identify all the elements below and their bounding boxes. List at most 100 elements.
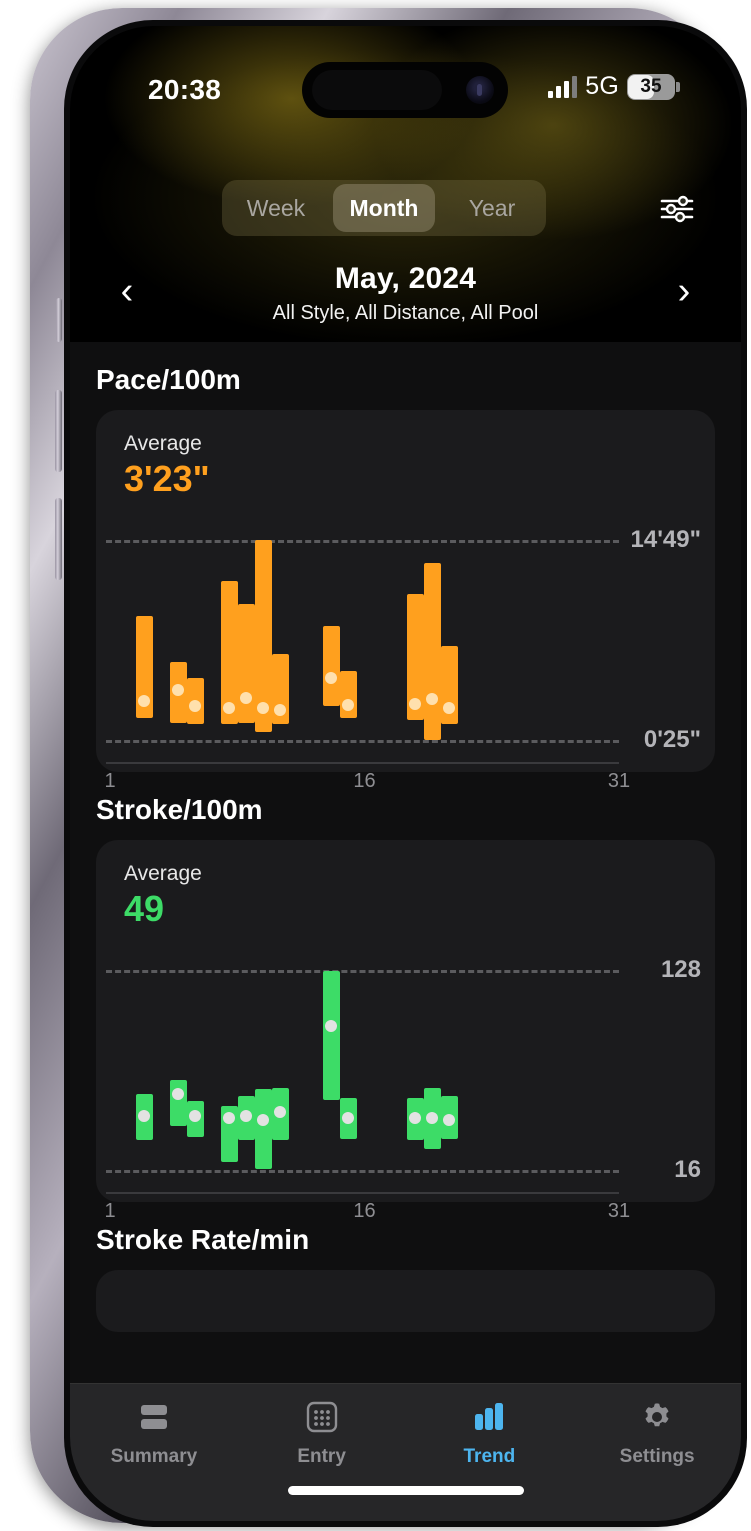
volume-up-button[interactable] bbox=[55, 390, 62, 472]
chart-gridline-top bbox=[106, 970, 619, 973]
section-heading-stroke-rate: Stroke Rate/min bbox=[96, 1224, 310, 1255]
dynamic-island[interactable] bbox=[302, 62, 508, 118]
period-title-block: May, 2024 All Style, All Distance, All P… bbox=[70, 250, 741, 325]
chart-bar-average-dot bbox=[188, 1110, 201, 1123]
network-type-label: 5G bbox=[585, 72, 619, 100]
home-indicator[interactable] bbox=[287, 1486, 524, 1495]
chart-gridline-bottom bbox=[106, 1170, 619, 1173]
chart-bar bbox=[254, 1089, 272, 1169]
trend-scroll-content[interactable]: Pace/100m Average 3'23" 14'49" 0'25" 1 16 31… bbox=[70, 342, 741, 1384]
chart-bar-average-dot bbox=[137, 695, 150, 708]
segment-month[interactable]: Month bbox=[333, 184, 435, 232]
chart-gridline-bottom bbox=[106, 740, 619, 743]
chart-bar-average-dot bbox=[171, 684, 184, 697]
chart-axis-max-label: 14'49" bbox=[630, 526, 701, 553]
pace-plot-area: 14'49" 0'25" 1 16 31 bbox=[96, 514, 715, 792]
dynamic-island-pill bbox=[312, 70, 442, 110]
gear-icon bbox=[636, 1398, 678, 1436]
phone-screen: 20:38 5G 35 Week Month Year ‹ May, 2024 … bbox=[70, 26, 741, 1521]
segment-year[interactable]: Year bbox=[441, 184, 543, 232]
chart-x-tick-label: 31 bbox=[607, 770, 631, 792]
chart-x-tick-label: 16 bbox=[353, 1200, 376, 1222]
chart-bar-average-dot bbox=[443, 702, 456, 715]
chart-bar-average-dot bbox=[239, 1110, 252, 1123]
filter-summary-label: All Style, All Distance, All Pool bbox=[272, 302, 539, 324]
bar-chart-icon bbox=[468, 1398, 510, 1436]
signal-strength-icon bbox=[548, 75, 578, 98]
sliders-icon bbox=[660, 195, 694, 223]
chart-bar-average-dot bbox=[409, 698, 422, 710]
section-heading-stroke: Stroke/100m bbox=[96, 794, 263, 825]
chart-x-tick-label: 31 bbox=[607, 1200, 631, 1222]
status-indicators: 5G 35 bbox=[548, 72, 680, 101]
chart-axis-max-label: 128 bbox=[660, 956, 701, 983]
page-title: May, 2024 bbox=[334, 262, 477, 295]
chart-bar-average-dot bbox=[222, 702, 235, 714]
chart-x-tick-label: 1 bbox=[104, 1200, 116, 1222]
list-icon bbox=[133, 1398, 175, 1436]
battery-percent: 35 bbox=[640, 75, 662, 97]
chart-bar-average-dot bbox=[426, 693, 439, 705]
chart-bar-average-dot bbox=[137, 1109, 150, 1122]
next-period-button[interactable]: › bbox=[661, 268, 707, 314]
chart-bar-average-dot bbox=[273, 703, 286, 716]
chart-bar-average-dot bbox=[443, 1113, 456, 1126]
chart-bar-average-dot bbox=[341, 699, 354, 712]
filter-button[interactable] bbox=[655, 190, 699, 228]
chart-bar-average-dot bbox=[171, 1087, 184, 1100]
chart-bar-average-dot bbox=[256, 701, 269, 714]
chart-gridline-top bbox=[106, 540, 619, 543]
chart-bar-average-dot bbox=[273, 1106, 286, 1119]
tab-entry[interactable]: Entry bbox=[238, 1398, 406, 1498]
volume-down-button[interactable] bbox=[55, 498, 62, 580]
battery-icon: 35 bbox=[627, 73, 680, 100]
stroke-card: Average 49 128 16 1 16 31 bbox=[96, 840, 715, 1222]
pace-chart[interactable]: 14'49" 0'25" 1 16 31 bbox=[96, 514, 715, 792]
chart-axis-min-label: 16 bbox=[674, 1156, 701, 1183]
stroke-average-value: 49 bbox=[124, 888, 165, 929]
stroke-rate-card bbox=[96, 1270, 715, 1332]
pace-card: Average 3'23" 14'49" 0'25" 1 16 31 bbox=[96, 410, 715, 792]
chart-bar-average-dot bbox=[426, 1112, 439, 1125]
tab-label-settings: Settings bbox=[619, 1446, 695, 1467]
tab-summary[interactable]: Summary bbox=[70, 1398, 238, 1498]
chart-axis-line bbox=[106, 762, 619, 764]
chart-bar-average-dot bbox=[324, 1020, 337, 1033]
tab-bar: Summary Entry Trend Settings bbox=[70, 1383, 741, 1521]
chart-bar-average-dot bbox=[188, 700, 201, 713]
chart-bar-average-dot bbox=[239, 692, 252, 704]
tab-label-trend: Trend bbox=[463, 1446, 516, 1467]
chart-bar bbox=[237, 604, 255, 723]
period-segmented-control[interactable]: Week Month Year bbox=[222, 180, 546, 236]
app-header: Week Month Year ‹ May, 2024 All Style, A… bbox=[70, 138, 741, 342]
chart-bar bbox=[322, 626, 340, 707]
keypad-icon bbox=[301, 1398, 343, 1436]
chart-x-tick-label: 1 bbox=[104, 770, 116, 792]
section-heading-pace: Pace/100m bbox=[96, 364, 241, 395]
segment-week[interactable]: Week bbox=[225, 184, 327, 232]
silence-switch[interactable] bbox=[56, 298, 62, 342]
tab-label-entry: Entry bbox=[297, 1446, 346, 1467]
chart-bar bbox=[424, 563, 442, 740]
tab-label-summary: Summary bbox=[110, 1446, 198, 1467]
chart-bar-average-dot bbox=[222, 1111, 235, 1124]
chart-bar bbox=[169, 1079, 187, 1126]
stroke-average-label: Average bbox=[124, 862, 202, 885]
screenshot-root: 20:38 5G 35 Week Month Year ‹ May, 2024 … bbox=[0, 0, 751, 1531]
period-navigation: ‹ May, 2024 All Style, All Distance, All… bbox=[70, 250, 741, 334]
chart-bar-average-dot bbox=[324, 671, 337, 684]
status-time: 20:38 bbox=[148, 74, 222, 105]
chart-axis-min-label: 0'25" bbox=[643, 726, 701, 753]
stroke-chart[interactable]: 128 16 1 16 31 bbox=[96, 944, 715, 1222]
pace-average-value: 3'23" bbox=[124, 458, 210, 499]
tab-settings[interactable]: Settings bbox=[573, 1398, 741, 1498]
chart-x-tick-label: 16 bbox=[353, 770, 376, 792]
pace-average-label: Average bbox=[124, 432, 202, 455]
chart-axis-line bbox=[106, 1192, 619, 1194]
chart-bar-average-dot bbox=[341, 1112, 354, 1125]
phone-frame: 20:38 5G 35 Week Month Year ‹ May, 2024 … bbox=[30, 8, 747, 1527]
front-camera-icon bbox=[466, 76, 494, 104]
chart-bar-average-dot bbox=[409, 1111, 422, 1124]
tab-trend[interactable]: Trend bbox=[406, 1398, 574, 1498]
stroke-plot-area: 128 16 1 16 31 bbox=[96, 944, 715, 1222]
